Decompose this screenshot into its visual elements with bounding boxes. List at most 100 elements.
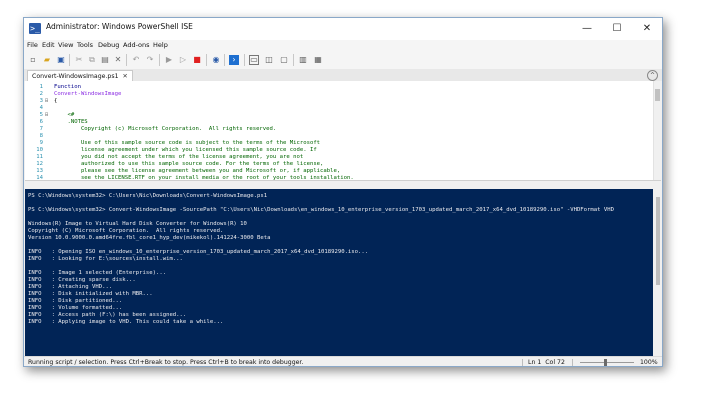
toolbar-separator xyxy=(126,54,127,66)
code-text: see the LICENSE.RTF on your install medi… xyxy=(54,175,354,181)
line-number: 1 xyxy=(39,84,43,90)
line-number: 14 xyxy=(36,175,43,181)
line-number: 10 xyxy=(36,147,43,153)
line-number: 13 xyxy=(36,168,43,174)
toolbar-separator xyxy=(293,54,294,66)
tab-close-icon[interactable]: ✕ xyxy=(123,73,128,80)
console-line: INFO : Attaching VHD... xyxy=(28,284,113,290)
fold-toggle-icon[interactable]: ⊟ xyxy=(45,112,48,119)
code-text: license agreement under which you licens… xyxy=(54,147,317,153)
run-icon[interactable]: ▶ xyxy=(164,55,174,65)
code-text: authorized to use this sample source cod… xyxy=(54,161,324,167)
paste-icon[interactable]: ▤ xyxy=(100,55,110,65)
window-title: Administrator: Windows PowerShell ISE xyxy=(46,22,193,31)
toolbar: ▫ ▰ ▣ ✂ ⧉ ▤ ✕ ↶ ↷ ▶ ▷ ■ ◉ › ▭ ◫ ▢ ▥ ▦ xyxy=(24,51,662,70)
console-line: INFO : Disk partitioned... xyxy=(28,298,123,304)
line-number: 9 xyxy=(39,140,43,146)
cursor-column: Col 72 xyxy=(545,359,565,366)
close-button[interactable]: ✕ xyxy=(632,18,662,40)
undo-icon[interactable]: ↶ xyxy=(131,55,141,65)
copy-icon[interactable]: ⧉ xyxy=(87,55,97,65)
show-command-addon-icon[interactable]: ▦ xyxy=(313,55,323,65)
console-line: Copyright (C) Microsoft Corporation. All… xyxy=(28,228,224,234)
console-scrollbar[interactable] xyxy=(654,189,662,356)
script-pane[interactable]: 1 Function 2 Convert-WindowsImage 3 ⊟{4 5 ⊟ <# 6… xyxy=(25,81,661,181)
console-line: INFO : Creating sparse disk... xyxy=(28,277,136,283)
menu-add-ons[interactable]: Add-ons xyxy=(123,40,150,51)
console-line: Windows(R) Image to Virtual Hard Disk Co… xyxy=(28,221,247,227)
line-number: 7 xyxy=(39,126,43,132)
menu-tools[interactable]: Tools xyxy=(77,40,93,51)
code-text: { xyxy=(54,98,58,104)
tab-strip: Convert-WindowsImage.ps1 ✕ ^ xyxy=(24,69,662,82)
console-line: PS C:\Windows\system32> C:\Users\Nic\Dow… xyxy=(28,193,268,199)
toolbar-separator xyxy=(159,54,160,66)
powershell-app-icon: >_ xyxy=(29,23,41,34)
menu-debug[interactable]: Debug xyxy=(98,40,119,51)
menu-help[interactable]: Help xyxy=(153,40,168,51)
collapse-script-pane-icon[interactable]: ^ xyxy=(647,70,658,81)
line-number: 3 xyxy=(39,98,43,104)
remote-powershell-icon[interactable]: ◉ xyxy=(211,55,221,65)
script-pane-right-icon[interactable]: ◫ xyxy=(264,55,274,65)
code-text: <# xyxy=(54,112,75,118)
minimize-button[interactable]: — xyxy=(572,18,602,40)
status-message: Running script / selection. Press Ctrl+B… xyxy=(28,359,304,366)
zoom-slider-track[interactable] xyxy=(580,362,634,363)
script-pane-top-icon[interactable]: ▭ xyxy=(249,55,259,65)
script-pane-scrollbar[interactable] xyxy=(653,81,661,180)
code-text: Convert-WindowsImage xyxy=(54,91,122,97)
menu-edit[interactable]: Edit xyxy=(42,40,55,51)
open-folder-icon[interactable]: ▰ xyxy=(42,55,52,65)
menu-bar: File Edit View Tools Debug Add-ons Help xyxy=(24,40,662,51)
line-number: 2 xyxy=(39,91,43,97)
save-icon[interactable]: ▣ xyxy=(56,55,66,65)
zoom-level: 100% xyxy=(640,359,658,366)
code-text: Use of this sample source code is subjec… xyxy=(54,140,321,146)
line-number: 4 xyxy=(39,105,43,111)
menu-file[interactable]: File xyxy=(27,40,38,51)
new-file-icon[interactable]: ▫ xyxy=(28,55,38,65)
code-text: please see the license agreement between… xyxy=(54,168,341,174)
line-number: 6 xyxy=(39,119,43,125)
status-separator xyxy=(522,359,523,366)
line-number: 5 xyxy=(39,112,43,118)
maximize-button[interactable]: ☐ xyxy=(602,18,632,40)
title-bar[interactable]: >_ Administrator: Windows PowerShell ISE… xyxy=(24,18,662,40)
line-number: 8 xyxy=(39,133,43,139)
code-text: .NOTES xyxy=(54,119,88,125)
console-line: INFO : Access path (F:\) has been assign… xyxy=(28,312,187,318)
console-line: INFO : Image 1 selected (Enterprise)... xyxy=(28,270,167,276)
console-line: INFO : Opening ISO en_windows_10_enterpr… xyxy=(28,249,369,255)
code-text: you did not accept the terms of the lice… xyxy=(54,154,304,160)
console-scroll-thumb[interactable] xyxy=(656,197,660,285)
console-pane[interactable]: PS C:\Windows\system32> C:\Users\Nic\Dow… xyxy=(25,189,653,356)
show-commands-icon[interactable]: ▥ xyxy=(298,55,308,65)
fold-toggle-icon[interactable]: ⊟ xyxy=(45,98,48,105)
console-line: Version 10.0.9000.0.amd64fre.fbl_core1_h… xyxy=(28,235,271,241)
redo-icon[interactable]: ↷ xyxy=(145,55,155,65)
status-separator xyxy=(572,359,573,366)
code-text: Function xyxy=(54,84,81,90)
console-line: INFO : Applying image to VHD. This could… xyxy=(28,319,224,325)
powershell-console-icon[interactable]: › xyxy=(229,55,239,65)
toolbar-separator xyxy=(244,54,245,66)
run-selection-icon[interactable]: ▷ xyxy=(178,55,188,65)
toolbar-separator xyxy=(69,54,70,66)
script-pane-scroll-thumb[interactable] xyxy=(655,89,660,101)
clear-icon[interactable]: ✕ xyxy=(113,55,123,65)
tab-label: Convert-WindowsImage.ps1 xyxy=(32,73,119,80)
stop-icon[interactable]: ■ xyxy=(192,55,202,65)
menu-view[interactable]: View xyxy=(58,40,73,51)
cursor-position: Ln 1 Col 72 xyxy=(528,357,565,366)
console-line: PS C:\Windows\system32> Convert-WindowsI… xyxy=(28,207,614,213)
line-number: 12 xyxy=(36,161,43,167)
code-text: Copyright (c) Microsoft Corporation. All… xyxy=(54,126,277,132)
console-line: INFO : Volume formatted... xyxy=(28,305,123,311)
cursor-line: Ln 1 xyxy=(528,359,542,366)
console-line: INFO : Disk initialized with MBR... xyxy=(28,291,153,297)
script-pane-maximized-icon[interactable]: ▢ xyxy=(279,55,289,65)
zoom-slider-thumb[interactable] xyxy=(604,359,607,366)
powershell-ise-window: >_ Administrator: Windows PowerShell ISE… xyxy=(23,17,663,367)
cut-icon[interactable]: ✂ xyxy=(74,55,84,65)
